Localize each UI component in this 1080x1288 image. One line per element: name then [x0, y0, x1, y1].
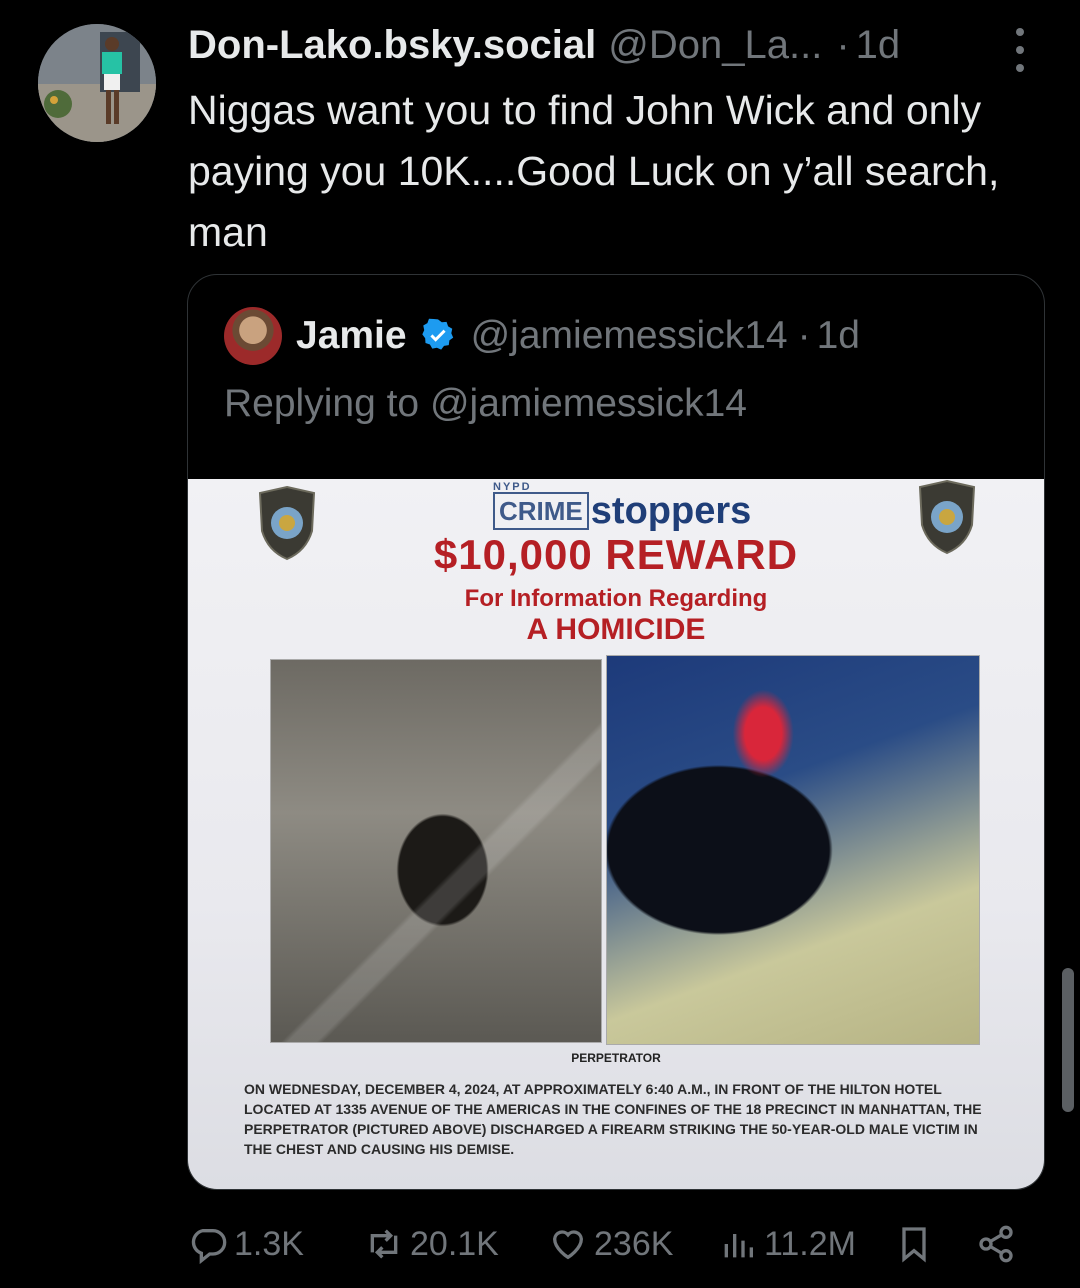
scrollbar-thumb[interactable] — [1062, 968, 1074, 1112]
perpetrator-label: PERPETRATOR — [571, 1051, 661, 1065]
quoted-author-avatar[interactable] — [224, 307, 282, 365]
tweet-header: Don-Lako.bsky.social @Don_La... · 1d — [188, 22, 990, 68]
quoted-tweet-header: Jamie @jamiemessick14 · 1d — [296, 313, 860, 359]
quoted-author-name[interactable]: Jamie — [296, 313, 407, 359]
repost-icon — [370, 1229, 398, 1259]
reply-button[interactable]: 1.3K — [188, 1214, 304, 1274]
crimestoppers-poster-image[interactable]: NYPD CRIME stoppers $10,000 REWARD For I… — [188, 479, 1044, 1189]
reward-heading: $10,000 REWARD — [433, 531, 799, 578]
author-avatar[interactable] — [38, 24, 156, 142]
separator-dot: · — [797, 314, 811, 357]
crime-logo-text: CRIME — [493, 492, 589, 530]
like-button[interactable]: 236K — [548, 1214, 673, 1274]
crimestoppers-logo: CRIME stoppers — [493, 491, 751, 531]
poster-description: ON WEDNESDAY, DECEMBER 4, 2024, AT APPRO… — [244, 1081, 982, 1157]
verified-badge-icon — [421, 318, 453, 350]
views-icon — [724, 1234, 753, 1258]
separator-dot: · — [836, 23, 850, 67]
stoppers-logo-text: stoppers — [590, 490, 752, 532]
reply-count: 1.3K — [234, 1224, 304, 1263]
surveillance-photo-left — [270, 659, 602, 1043]
quoted-author-handle[interactable]: @jamiemessick14 — [471, 313, 788, 359]
views-button[interactable]: 11.2M — [718, 1214, 856, 1274]
surveillance-photo-right — [606, 655, 980, 1045]
bookmark-icon — [902, 1227, 926, 1263]
quoted-tweet[interactable]: Jamie @jamiemessick14 · 1d Replying to @… — [187, 274, 1045, 1190]
bookmark-button[interactable] — [894, 1214, 940, 1274]
author-handle[interactable]: @Don_La... — [608, 22, 822, 68]
info-regarding-line: For Information Regarding — [464, 585, 768, 612]
like-count: 236K — [594, 1224, 674, 1263]
tweet-text: Niggas want you to find John Wick and on… — [188, 87, 1000, 255]
avatar-image — [38, 24, 156, 142]
author-display-name[interactable]: Don-Lako.bsky.social — [188, 22, 596, 68]
repost-count: 20.1K — [410, 1224, 499, 1263]
tweet-timestamp[interactable]: 1d — [856, 22, 901, 68]
share-button[interactable] — [976, 1214, 1022, 1274]
repost-button[interactable]: 20.1K — [364, 1214, 499, 1274]
homicide-line: A HOMICIDE — [526, 613, 706, 646]
quoted-tweet-timestamp[interactable]: 1d — [817, 313, 860, 359]
more-icon[interactable] — [1008, 28, 1032, 72]
tweet-actions-bar: 1.3K 20.1K 236K 11.2M — [0, 1214, 1080, 1274]
reply-icon — [191, 1229, 227, 1264]
like-icon — [552, 1230, 584, 1260]
share-icon — [979, 1225, 1013, 1263]
view-count: 11.2M — [764, 1224, 856, 1263]
replying-to-label[interactable]: Replying to @jamiemessick14 — [224, 381, 747, 427]
